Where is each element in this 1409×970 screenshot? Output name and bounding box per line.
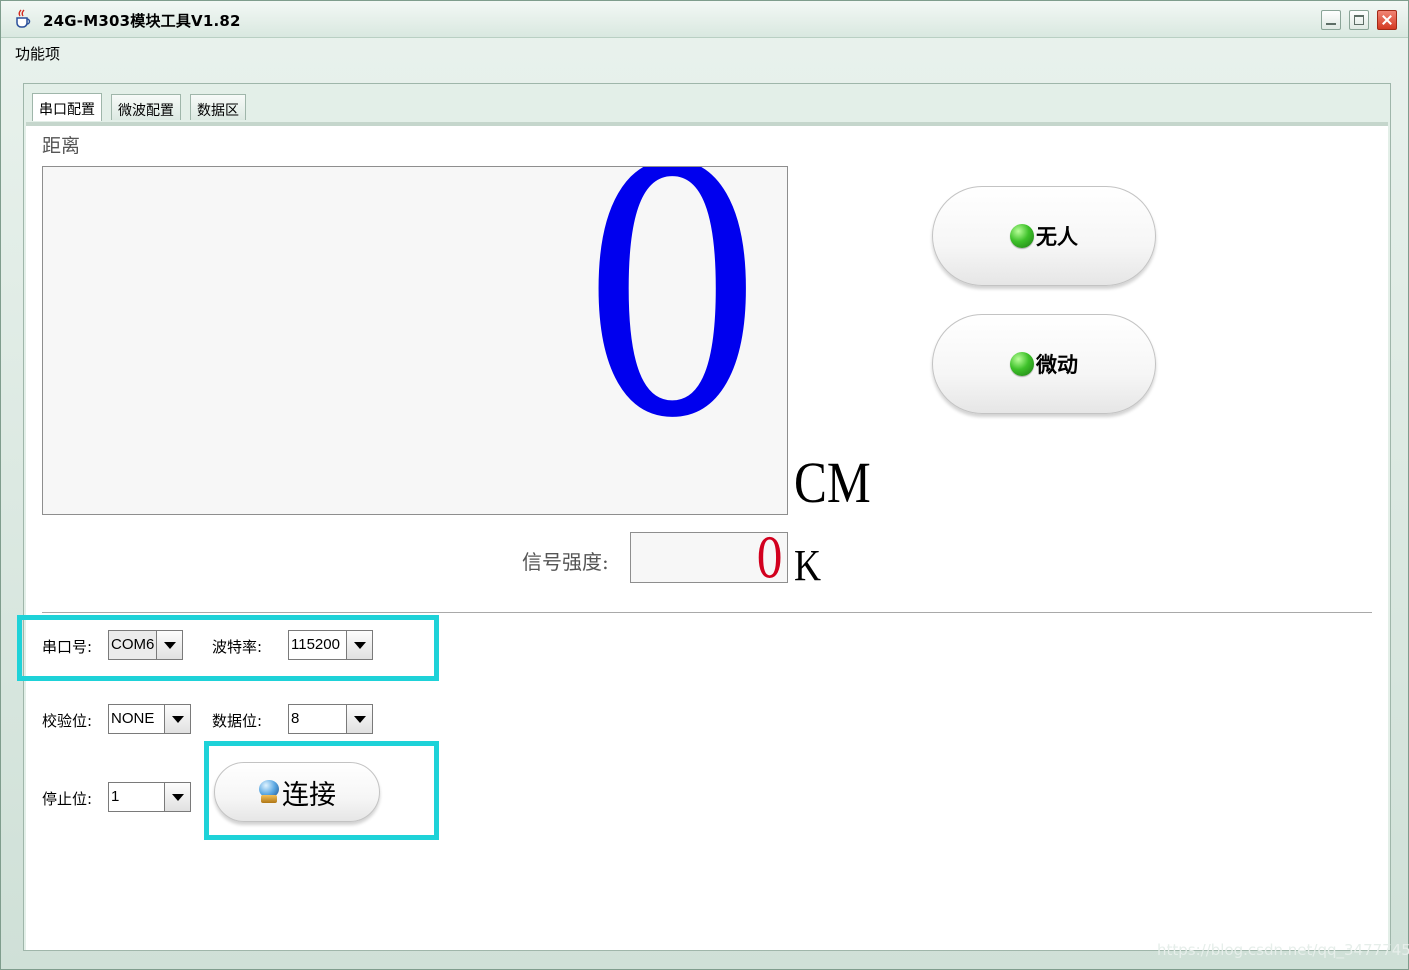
signal-strength-label: 信号强度: <box>522 550 609 574</box>
tab-microwave-config[interactable]: 微波配置 <box>111 94 181 120</box>
maximize-button[interactable] <box>1349 10 1369 30</box>
data-bits-select[interactable]: 8 <box>288 704 373 734</box>
stop-bits-value: 1 <box>111 788 120 805</box>
chevron-down-icon[interactable] <box>346 705 372 733</box>
signal-strength-display: 0 <box>630 532 788 583</box>
distance-label: 距离 <box>42 135 81 157</box>
java-cup-icon <box>16 9 31 28</box>
app-window: 24G-M303模块工具V1.82 功能项 串口配置 微波配置 数据区 距离 0… <box>0 0 1409 970</box>
parity-value: NONE <box>111 710 155 727</box>
no-person-button[interactable]: 无人 <box>932 186 1156 286</box>
green-status-icon <box>1010 224 1034 248</box>
parity-label: 校验位: <box>42 712 93 730</box>
highlight-box-port-baud <box>17 615 439 681</box>
title-bar: 24G-M303模块工具V1.82 <box>1 1 1408 38</box>
green-status-icon <box>1010 352 1034 376</box>
parity-select[interactable]: NONE <box>108 704 191 734</box>
highlight-box-connect <box>204 741 439 840</box>
data-bits-value: 8 <box>291 710 300 727</box>
menu-bar: 功能项 <box>1 37 1408 67</box>
chevron-down-icon[interactable] <box>164 783 190 811</box>
data-bits-label: 数据位: <box>212 712 263 730</box>
signal-unit: K <box>794 541 822 590</box>
distance-value: 0 <box>578 166 765 493</box>
close-button[interactable] <box>1377 10 1397 30</box>
micro-motion-label: 微动 <box>1036 352 1078 377</box>
section-divider <box>42 612 1372 614</box>
no-person-label: 无人 <box>1036 224 1078 249</box>
tab-data-area[interactable]: 数据区 <box>190 94 246 120</box>
minimize-button[interactable] <box>1321 10 1341 30</box>
watermark-text: https://blog.csdn.net/qq_34777454 <box>1157 941 1409 959</box>
stop-bits-select[interactable]: 1 <box>108 782 191 812</box>
stop-bits-label: 停止位: <box>42 790 93 808</box>
window-title: 24G-M303模块工具V1.82 <box>43 12 241 30</box>
tab-serial-config[interactable]: 串口配置 <box>32 93 102 121</box>
chevron-down-icon[interactable] <box>164 705 190 733</box>
signal-strength-value: 0 <box>755 532 783 583</box>
distance-display: 0 <box>42 166 788 515</box>
menu-function-items[interactable]: 功能项 <box>15 43 60 64</box>
micro-motion-button[interactable]: 微动 <box>932 314 1156 414</box>
distance-unit: CM <box>794 450 871 515</box>
